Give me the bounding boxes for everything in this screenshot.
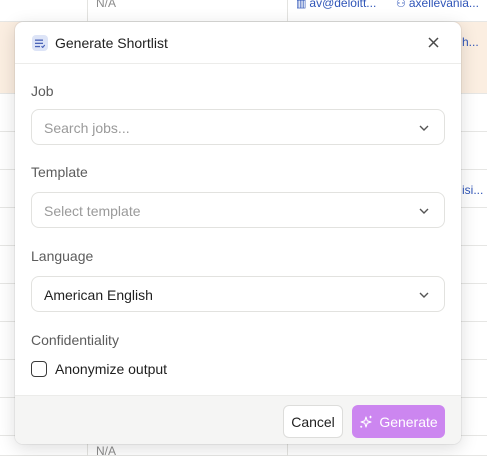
generate-shortlist-dialog: Generate Shortlist Job Search jobs... Te… <box>15 22 461 444</box>
dialog-title: Generate Shortlist <box>55 35 168 51</box>
user-link[interactable]: ⚇ axellevania... <box>396 0 479 10</box>
dialog-header: Generate Shortlist <box>15 22 461 64</box>
confidentiality-label: Confidentiality <box>31 332 119 348</box>
language-select[interactable]: American English <box>31 276 445 312</box>
table-cell: N/A <box>96 444 117 456</box>
job-label: Job <box>31 83 54 99</box>
generate-label: Generate <box>379 413 438 430</box>
template-select[interactable]: Select template <box>31 192 445 228</box>
table-cell: N/A <box>96 0 117 10</box>
truncated-link[interactable]: h... <box>462 35 479 49</box>
chevron-down-icon <box>419 292 429 298</box>
close-button[interactable] <box>425 34 441 50</box>
job-select[interactable]: Search jobs... <box>31 109 445 145</box>
truncated-link[interactable]: isi... <box>462 183 483 197</box>
building-icon: ▥ <box>296 0 307 10</box>
dialog-footer: Cancel Generate <box>15 395 461 444</box>
chevron-down-icon <box>419 208 429 214</box>
language-label: Language <box>31 248 94 264</box>
list-icon <box>32 35 48 51</box>
cancel-button[interactable]: Cancel <box>283 405 343 438</box>
email-link[interactable]: ▥ av@deloitt... <box>296 0 376 10</box>
close-icon <box>427 36 439 48</box>
chevron-down-icon <box>419 125 429 131</box>
template-placeholder: Select template <box>44 203 141 219</box>
job-placeholder: Search jobs... <box>44 120 130 136</box>
anonymize-label[interactable]: Anonymize output <box>55 361 167 377</box>
sparkles-icon <box>360 415 373 428</box>
user-icon: ⚇ <box>396 0 406 10</box>
language-value: American English <box>44 287 153 303</box>
template-label: Template <box>31 164 88 180</box>
generate-button[interactable]: Generate <box>352 405 445 438</box>
anonymize-checkbox[interactable] <box>31 361 47 377</box>
